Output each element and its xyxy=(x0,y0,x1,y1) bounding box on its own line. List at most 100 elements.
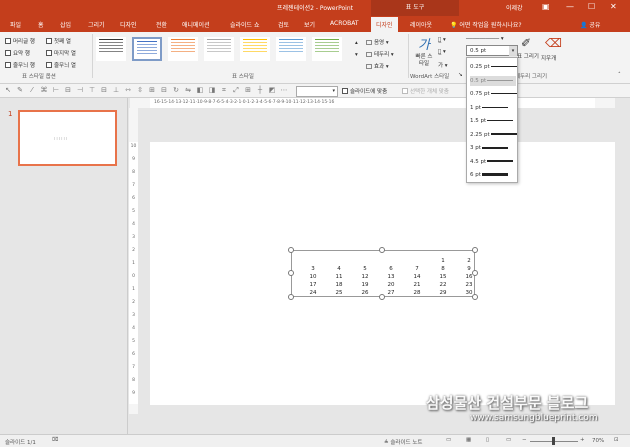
table-style-thumb[interactable] xyxy=(168,37,198,61)
borders-button[interactable]: 테두리 ▾ xyxy=(366,50,394,58)
collapse-ribbon-icon[interactable]: ˄ xyxy=(618,72,621,78)
tab-acrobat[interactable]: ACROBAT xyxy=(330,20,359,27)
calendar-cell[interactable]: 3 xyxy=(308,266,318,272)
align-top-icon[interactable]: ⊤ xyxy=(88,86,96,94)
restore-icon[interactable]: ▣ xyxy=(542,2,550,11)
pen-weight-option[interactable]: 0.25 pt xyxy=(470,62,517,72)
table-style-thumb[interactable] xyxy=(132,37,162,61)
pen-weight-option[interactable]: 6 pt xyxy=(470,170,516,180)
table-style-thumb[interactable] xyxy=(276,37,306,61)
calendar-cell[interactable]: 7 xyxy=(412,266,422,272)
table-style-thumb[interactable] xyxy=(240,37,270,61)
maximize-icon[interactable]: ☐ xyxy=(588,2,595,11)
calendar-cell[interactable]: 27 xyxy=(386,290,396,296)
snap-to-selected-checkbox[interactable]: 선택한 개체 맞춤 xyxy=(402,87,449,95)
banded-columns-checkbox[interactable]: 줄무늬 열 xyxy=(46,61,76,69)
size-icon[interactable]: ⤢ xyxy=(232,86,240,94)
chevron-down-icon[interactable]: ▾ xyxy=(509,46,517,56)
tab-view[interactable]: 보기 xyxy=(304,20,315,29)
tab-insert[interactable]: 삽입 xyxy=(60,20,71,29)
calendar-cell[interactable]: 24 xyxy=(308,290,318,296)
align-left-icon[interactable]: ⊢ xyxy=(52,86,60,94)
shading-button[interactable]: 음영 ▾ xyxy=(366,38,389,46)
calendar-cell[interactable]: 2 xyxy=(464,258,474,264)
spellcheck-icon[interactable]: ⌧ xyxy=(52,437,58,443)
table-style-thumb[interactable] xyxy=(204,37,234,61)
tell-me-box[interactable]: 💡 어떤 작업을 원하시나요? xyxy=(450,20,522,29)
group-icon[interactable]: ⊞ xyxy=(148,86,156,94)
pen-weight-option[interactable]: 2.25 pt xyxy=(470,130,517,140)
calendar-cell[interactable]: 9 xyxy=(464,266,474,272)
resize-handle[interactable] xyxy=(288,270,294,276)
tab-table-design[interactable]: 디자인 xyxy=(371,17,398,32)
tab-file[interactable]: 파일 xyxy=(10,20,21,29)
tab-table-layout[interactable]: 레이아웃 xyxy=(410,20,432,29)
fit-to-window-icon[interactable]: ⊡ xyxy=(614,437,619,443)
table-style-thumb[interactable] xyxy=(96,37,126,61)
resize-handle[interactable] xyxy=(379,247,385,253)
calendar-cell[interactable]: 13 xyxy=(386,274,396,280)
table-style-thumb[interactable] xyxy=(312,37,342,61)
calendar-cell[interactable]: 17 xyxy=(308,282,318,288)
header-row-checkbox[interactable]: 머리글 행 xyxy=(5,37,35,45)
zoom-in-icon[interactable]: + xyxy=(580,437,585,443)
calendar-cell[interactable]: 18 xyxy=(334,282,344,288)
pen-weight-combo[interactable]: 0.5 pt ▾ xyxy=(466,45,518,56)
tab-animations[interactable]: 애니메이션 xyxy=(182,20,210,29)
calendar-cell[interactable]: 1 xyxy=(438,258,448,264)
resize-handle[interactable] xyxy=(472,247,478,253)
minimize-icon[interactable]: — xyxy=(566,2,574,11)
zoom-out-icon[interactable]: − xyxy=(522,437,527,443)
align-center-icon[interactable]: ⊟ xyxy=(64,86,72,94)
tab-transitions[interactable]: 전환 xyxy=(156,20,167,29)
calendar-cell[interactable]: 19 xyxy=(360,282,370,288)
guides-icon[interactable]: ┼ xyxy=(256,86,264,94)
zoom-level[interactable]: 70% xyxy=(592,438,604,444)
calendar-cell[interactable]: 8 xyxy=(438,266,448,272)
calendar-cell[interactable]: 29 xyxy=(438,290,448,296)
total-row-checkbox[interactable]: 요약 행 xyxy=(5,49,30,57)
calendar-cell[interactable]: 25 xyxy=(334,290,344,296)
calendar-cell[interactable]: 22 xyxy=(438,282,448,288)
effects-button[interactable]: 효과 ▾ xyxy=(366,62,389,70)
slide-sorter-icon[interactable]: ▦ xyxy=(466,437,471,443)
calendar-cell[interactable]: 10 xyxy=(308,274,318,280)
calendar-cell[interactable]: 12 xyxy=(360,274,370,280)
pen-weight-option[interactable]: 1 pt xyxy=(470,103,516,113)
calendar-cell[interactable]: 30 xyxy=(464,290,474,296)
close-icon[interactable]: ✕ xyxy=(610,2,617,11)
gallery-scroll-up[interactable]: ▴ xyxy=(355,40,358,46)
distribute-h-icon[interactable]: ⇿ xyxy=(124,86,132,94)
toolbar-dropdown[interactable]: ▾ xyxy=(296,86,338,97)
select-icon[interactable]: ↖ xyxy=(4,86,12,94)
dialog-launcher-icon[interactable]: ↘ xyxy=(458,72,463,78)
calendar-cell[interactable]: 15 xyxy=(438,274,448,280)
calendar-cell[interactable]: 26 xyxy=(360,290,370,296)
eyedropper-icon[interactable]: ⁄ xyxy=(28,86,36,94)
text-effects-button[interactable]: 가 ▾ xyxy=(438,61,448,69)
distribute-v-icon[interactable]: ⇳ xyxy=(136,86,144,94)
calendar-cell[interactable]: 6 xyxy=(386,266,396,272)
eraser-button[interactable]: 지우개 xyxy=(541,54,556,62)
calendar-cell[interactable]: 14 xyxy=(412,274,422,280)
resize-handle[interactable] xyxy=(288,247,294,253)
align-middle-icon[interactable]: ⊟ xyxy=(100,86,108,94)
banded-rows-checkbox[interactable]: 줄무늬 행 xyxy=(5,61,35,69)
gallery-scroll-down[interactable]: ▾ xyxy=(355,52,358,58)
pen-weight-option[interactable]: 0.5 pt xyxy=(470,75,516,86)
pen-weight-option[interactable]: 4.5 pt xyxy=(470,157,516,167)
more-icon[interactable]: ⋯ xyxy=(280,86,288,94)
align-bottom-icon[interactable]: ⊥ xyxy=(112,86,120,94)
pen-icon[interactable]: ✎ xyxy=(16,86,24,94)
calendar-cell[interactable]: 16 xyxy=(464,274,474,280)
snap-to-slide-checkbox[interactable]: 슬라이드에 맞춤 xyxy=(342,87,387,95)
quick-styles-button[interactable]: 빠른 스타일 xyxy=(414,54,434,68)
share-button[interactable]: 👤 공유 xyxy=(580,20,600,29)
flip-icon[interactable]: ⇋ xyxy=(184,86,192,94)
pen-weight-option[interactable]: 1.5 pt xyxy=(470,116,516,126)
rotate-icon[interactable]: ↻ xyxy=(172,86,180,94)
align-right-icon[interactable]: ⊣ xyxy=(76,86,84,94)
format-icon[interactable]: ⌘ xyxy=(40,86,48,94)
text-fill-button[interactable]: 가̲ ▾ xyxy=(438,37,446,43)
tab-draw[interactable]: 그리기 xyxy=(88,20,105,29)
